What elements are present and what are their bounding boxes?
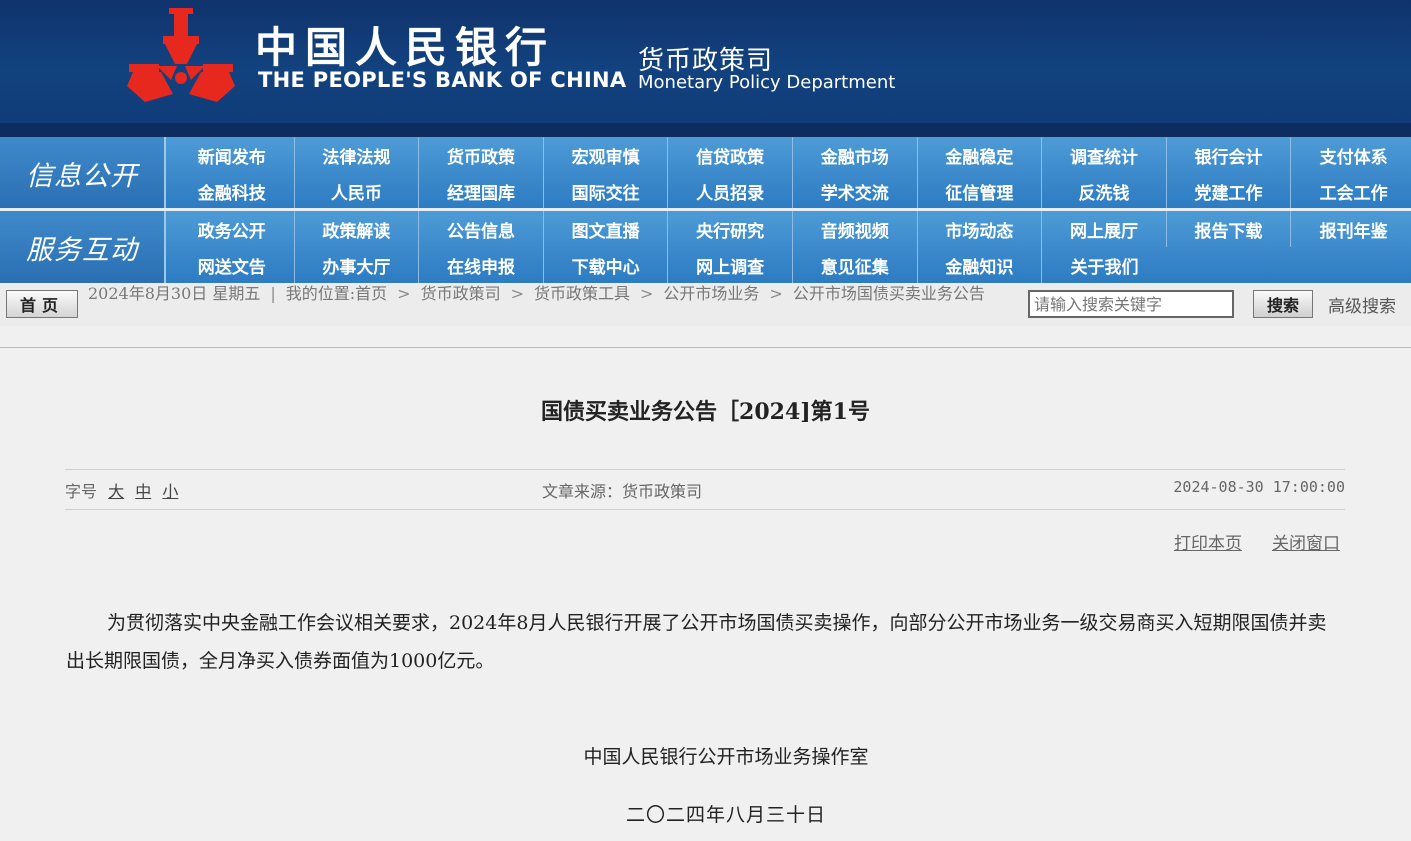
nav-item-yearbook[interactable]: 报刊年鉴 xyxy=(1291,211,1411,247)
breadcrumb-tools[interactable]: 货币政策工具 xyxy=(534,284,630,303)
font-size-control: 字号 大 中 小 xyxy=(65,478,178,502)
home-button[interactable]: 首页 xyxy=(6,290,78,318)
divider xyxy=(65,469,1345,470)
page-title: 国债买卖业务公告［2024]第1号 xyxy=(541,399,870,425)
nav-service-row-2: 网送文告 办事大厅 在线申报 下载中心 网上调查 意见征集 金融知识 关于我们 xyxy=(170,247,1167,283)
nav-item-online-filing[interactable]: 在线申报 xyxy=(419,247,544,283)
publish-date: 2024-08-30 17:00:00 xyxy=(1173,478,1345,496)
nav-item-credit-policy[interactable]: 信贷政策 xyxy=(668,137,793,173)
nav-item-academic[interactable]: 学术交流 xyxy=(793,173,918,209)
search-input[interactable] xyxy=(1028,290,1234,318)
nav-item-gov-affairs[interactable]: 政务公开 xyxy=(170,211,295,247)
article-body: 为贯彻落实中央金融工作会议相关要求，2024年8月人民银行开展了公开市场国债买卖… xyxy=(66,612,1327,672)
nav-info-block: 信息公开 新闻发布 法律法规 货币政策 宏观审慎 信贷政策 金融市场 金融稳定 … xyxy=(0,137,1411,209)
nav-item-about-us[interactable]: 关于我们 xyxy=(1042,247,1167,283)
breadcrumb-home[interactable]: 我的位置:首页 xyxy=(286,284,387,303)
nav-item-treasury[interactable]: 经理国库 xyxy=(419,173,544,209)
nav-item-financial-knowledge[interactable]: 金融知识 xyxy=(918,247,1043,283)
nav-item-international[interactable]: 国际交往 xyxy=(544,173,669,209)
breadcrumb-omo[interactable]: 公开市场业务 xyxy=(663,284,759,303)
nav-item-feedback[interactable]: 意见征集 xyxy=(793,247,918,283)
breadcrumb-dept[interactable]: 货币政策司 xyxy=(421,284,501,303)
nav-item-report-download[interactable]: 报告下载 xyxy=(1167,211,1292,247)
advanced-search-link[interactable]: 高级搜索 xyxy=(1328,292,1396,317)
nav-item-announcements[interactable]: 公告信息 xyxy=(419,211,544,247)
nav-item-party-building[interactable]: 党建工作 xyxy=(1167,173,1292,209)
nav-item-service-hall[interactable]: 办事大厅 xyxy=(295,247,420,283)
nav-service-title: 服务互动 xyxy=(0,211,166,283)
breadcrumb: 2024年8月30日 星期五 | 我的位置:首页 > 货币政策司 > 货币政策工具 > 公开市场… xyxy=(88,284,985,303)
article-meta: 字号 大 中 小 文章来源：货币政策司 2024-08-30 17:00:00 xyxy=(65,478,1345,502)
print-link[interactable]: 打印本页 xyxy=(1174,529,1242,554)
nav-item-credit-reference[interactable]: 征信管理 xyxy=(918,173,1043,209)
divider xyxy=(65,509,1345,510)
header-stripe xyxy=(0,123,1411,137)
nav-item-document-delivery[interactable]: 网送文告 xyxy=(170,247,295,283)
nav-service-row-1: 政务公开 政策解读 公告信息 图文直播 央行研究 音频视频 市场动态 网上展厅 … xyxy=(170,211,1411,247)
nav-item-online-survey[interactable]: 网上调查 xyxy=(668,247,793,283)
nav-item-union[interactable]: 工会工作 xyxy=(1291,173,1411,209)
search-button[interactable]: 搜索 xyxy=(1253,290,1313,318)
nav-item-macroprudential[interactable]: 宏观审慎 xyxy=(544,137,669,173)
nav-item-financial-markets[interactable]: 金融市场 xyxy=(793,137,918,173)
article-source: 文章来源：货币政策司 xyxy=(542,482,703,501)
nav-item-financial-stability[interactable]: 金融稳定 xyxy=(918,137,1043,173)
breadcrumb-bar: 首页 2024年8月30日 星期五 | 我的位置:首页 > 货币政策司 > 货币政策工具 > 公… xyxy=(0,284,1411,326)
nav-info-title: 信息公开 xyxy=(0,137,166,209)
nav-item-anti-money-laundering[interactable]: 反洗钱 xyxy=(1042,173,1167,209)
nav-item-online-exhibition[interactable]: 网上展厅 xyxy=(1042,211,1167,247)
nav-item-media[interactable]: 音频视频 xyxy=(793,211,918,247)
breadcrumb-current[interactable]: 公开市场国债买卖业务公告 xyxy=(793,284,985,303)
nav-info-row-2: 金融科技 人民币 经理国库 国际交往 人员招录 学术交流 征信管理 反洗钱 党建… xyxy=(170,173,1411,209)
article-signature: 中国人民银行公开市场业务操作室 xyxy=(583,746,869,768)
nav-item-download-center[interactable]: 下载中心 xyxy=(544,247,669,283)
nav-item-fintech[interactable]: 金融科技 xyxy=(170,173,295,209)
close-window-link[interactable]: 关闭窗口 xyxy=(1272,529,1340,554)
nav-item-policy-interpretation[interactable]: 政策解读 xyxy=(295,211,420,247)
nav-item-research[interactable]: 央行研究 xyxy=(668,211,793,247)
current-date: 2024年8月30日 星期五 xyxy=(88,284,261,303)
nav-item-monetary-policy[interactable]: 货币政策 xyxy=(419,137,544,173)
dept-name-en: Monetary Policy Department xyxy=(638,72,896,93)
nav-item-live[interactable]: 图文直播 xyxy=(544,211,669,247)
article-sign-date: 二〇二四年八月三十日 xyxy=(625,804,826,826)
nav-item-payment-system[interactable]: 支付体系 xyxy=(1291,137,1411,173)
font-size-medium[interactable]: 中 xyxy=(135,482,151,501)
site-header: 中国人民银行 THE PEOPLE'S BANK OF CHINA 货币政策司 … xyxy=(0,0,1411,137)
nav-service-block: 服务互动 政务公开 政策解读 公告信息 图文直播 央行研究 音频视频 市场动态 … xyxy=(0,211,1411,283)
nav-item-statistics[interactable]: 调查统计 xyxy=(1042,137,1167,173)
font-size-small[interactable]: 小 xyxy=(162,482,178,501)
font-size-label: 字号 xyxy=(65,482,98,501)
nav-item-recruitment[interactable]: 人员招录 xyxy=(668,173,793,209)
nav-info-row-1: 新闻发布 法律法规 货币政策 宏观审慎 信贷政策 金融市场 金融稳定 调查统计 … xyxy=(170,137,1411,173)
nav-item-market-updates[interactable]: 市场动态 xyxy=(918,211,1043,247)
divider xyxy=(0,347,1411,348)
nav-item-news[interactable]: 新闻发布 xyxy=(170,137,295,173)
nav-item-bank-accounting[interactable]: 银行会计 xyxy=(1167,137,1292,173)
bank-name-en: THE PEOPLE'S BANK OF CHINA xyxy=(258,68,627,92)
bank-name-cn: 中国人民银行 xyxy=(255,23,556,72)
font-size-large[interactable]: 大 xyxy=(108,482,124,501)
nav-item-rmb[interactable]: 人民币 xyxy=(295,173,420,209)
pboc-logo-icon[interactable] xyxy=(125,6,237,102)
nav-item-laws[interactable]: 法律法规 xyxy=(295,137,420,173)
